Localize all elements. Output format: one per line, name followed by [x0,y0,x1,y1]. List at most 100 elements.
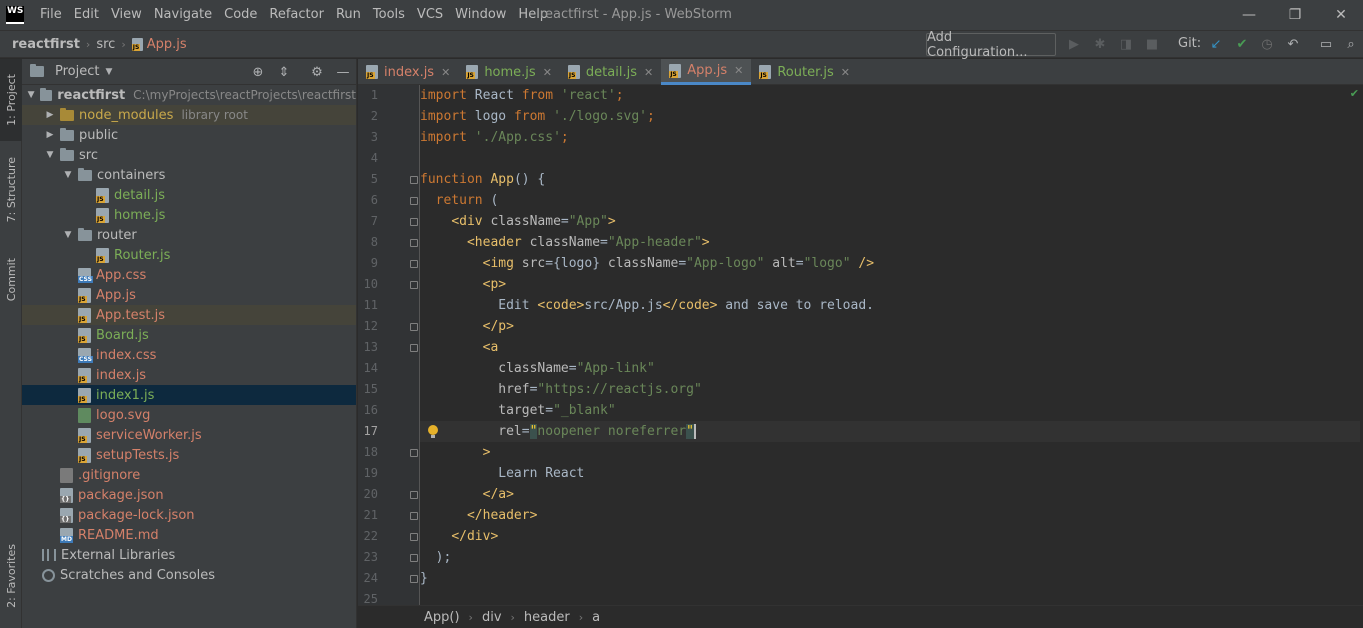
code-line[interactable]: import './App.css'; [420,127,569,148]
code-line[interactable]: } [420,568,428,589]
close-window-button[interactable]: ✕ [1318,0,1363,30]
code-line[interactable]: <div className="App"> [420,211,615,232]
breadcrumb-project[interactable]: reactfirst [12,37,80,52]
tree-item[interactable]: ▼ containers [22,165,356,185]
menu-view[interactable]: View [105,0,148,30]
search-icon[interactable]: ⌕ [1343,36,1359,52]
close-tab-icon[interactable]: ✕ [841,66,850,79]
close-tab-icon[interactable]: ✕ [734,64,743,77]
code-line[interactable]: target="_blank" [420,400,615,421]
editor-tab[interactable]: JS index.js ✕ [358,59,458,85]
tree-item[interactable]: JS index.js [22,365,356,385]
editor-tab[interactable]: JS App.js ✕ [661,59,752,85]
code-line[interactable]: import logo from './logo.svg'; [420,106,655,127]
stop-icon[interactable]: ■ [1144,36,1160,52]
chevron-down-icon[interactable]: ▼ [62,170,74,180]
editor-tab[interactable]: JS Router.js ✕ [751,59,858,85]
fold-marker-icon[interactable] [410,260,418,268]
tree-item[interactable]: ▼ router [22,225,356,245]
code-line[interactable]: Edit <code>src/App.js</code> and save to… [420,295,874,316]
git-commit-icon[interactable]: ✔ [1234,36,1250,52]
fold-marker-icon[interactable] [410,218,418,226]
lightbulb-icon[interactable] [428,425,438,439]
code-line[interactable]: ); [420,547,452,568]
code-breadcrumb-item[interactable]: div [482,610,502,625]
menu-window[interactable]: Window [449,0,512,30]
tree-item[interactable]: {} package-lock.json [22,505,356,525]
fold-marker-icon[interactable] [410,512,418,520]
code-breadcrumb-item[interactable]: App() [424,610,460,625]
fold-marker-icon[interactable] [410,554,418,562]
code-line[interactable]: <header className="App-header"> [420,232,710,253]
fold-marker-icon[interactable] [410,533,418,541]
chevron-right-icon[interactable]: ▶ [44,130,56,140]
code-line[interactable]: </header> [420,505,537,526]
tree-item[interactable]: JS Router.js [22,245,356,265]
fold-marker-icon[interactable] [410,239,418,247]
menu-refactor[interactable]: Refactor [263,0,330,30]
menu-code[interactable]: Code [218,0,263,30]
tree-item[interactable]: JS setupTests.js [22,445,356,465]
close-tab-icon[interactable]: ✕ [441,66,450,79]
minimize-button[interactable]: — [1226,0,1272,30]
fold-marker-icon[interactable] [410,197,418,205]
tree-item[interactable]: .gitignore [22,465,356,485]
menu-file[interactable]: File [34,0,68,30]
fold-marker-icon[interactable] [410,281,418,289]
fold-marker-icon[interactable] [410,344,418,352]
tree-item[interactable]: {} package.json [22,485,356,505]
collapse-all-icon[interactable]: ⇕ [275,63,293,81]
editor-tab[interactable]: JS detail.js ✕ [560,59,661,85]
tree-item[interactable]: Scratches and Consoles [22,565,356,585]
project-tool-tab[interactable]: 1: Project [0,59,22,141]
tree-item[interactable]: ▼ reactfirst C:\myProjects\reactProjects\r… [22,85,356,105]
tree-item[interactable]: JS index1.js [22,385,356,405]
code-line[interactable]: href="https://reactjs.org" [420,379,702,400]
code-line[interactable]: </a> [420,484,514,505]
inspection-ok-icon[interactable]: ✔ [1350,87,1359,100]
fold-marker-icon[interactable] [410,323,418,331]
chevron-right-icon[interactable]: ▶ [44,110,56,120]
tree-item[interactable]: JS home.js [22,205,356,225]
menu-navigate[interactable]: Navigate [148,0,218,30]
menu-edit[interactable]: Edit [68,0,105,30]
tree-item[interactable]: ▶ public [22,125,356,145]
hide-panel-icon[interactable]: — [334,63,352,81]
tree-item[interactable]: CSS index.css [22,345,356,365]
locate-icon[interactable]: ⊕ [249,63,267,81]
fold-marker-icon[interactable] [410,176,418,184]
project-panel-title[interactable]: Project [55,64,99,79]
breadcrumb-folder[interactable]: src [96,37,115,52]
code-line[interactable]: </div> [420,526,498,547]
code-line[interactable]: className="App-link" [420,358,655,379]
tree-item[interactable]: ▶ node_modules library root [22,105,356,125]
tree-item[interactable]: JS Board.js [22,325,356,345]
tree-item[interactable]: JS detail.js [22,185,356,205]
code-line[interactable]: > [420,442,491,463]
code-editor[interactable]: 1 2 3 4 5 6 7 8 9 10 11 12 13 14 15 16 17 18 19 20 21 22 23 24 2… [358,85,1363,605]
breadcrumb-file[interactable]: App.js [147,37,187,52]
code-line[interactable]: <a [420,337,499,358]
commit-tool-tab[interactable]: Commit [0,247,22,313]
fold-marker-icon[interactable] [410,449,418,457]
chevron-down-icon[interactable]: ▼ [26,90,36,100]
code-line[interactable]: <p> [420,274,506,295]
editor-tab[interactable]: JS home.js ✕ [458,59,560,85]
menu-run[interactable]: Run [330,0,367,30]
code-line[interactable]: <img src={logo} className="App-logo" alt… [420,253,874,274]
close-tab-icon[interactable]: ✕ [644,66,653,79]
code-breadcrumb-item[interactable]: a [592,610,600,625]
code-line[interactable]: rel="noopener noreferrer" [420,421,1360,442]
tree-item[interactable]: External Libraries [22,545,356,565]
add-configuration-button[interactable]: Add Configuration... [926,30,1056,60]
debug-icon[interactable]: ✱ [1092,36,1108,52]
code-line[interactable]: </p> [420,316,514,337]
fold-marker-icon[interactable] [410,575,418,583]
code-line[interactable]: function App() { [420,169,545,190]
menu-tools[interactable]: Tools [367,0,411,30]
chevron-down-icon[interactable]: ▼ [105,67,112,77]
menu-vcs[interactable]: VCS [411,0,449,30]
tree-item[interactable]: JS App.js [22,285,356,305]
chevron-down-icon[interactable]: ▼ [62,230,74,240]
git-update-icon[interactable]: ↙ [1208,36,1224,52]
